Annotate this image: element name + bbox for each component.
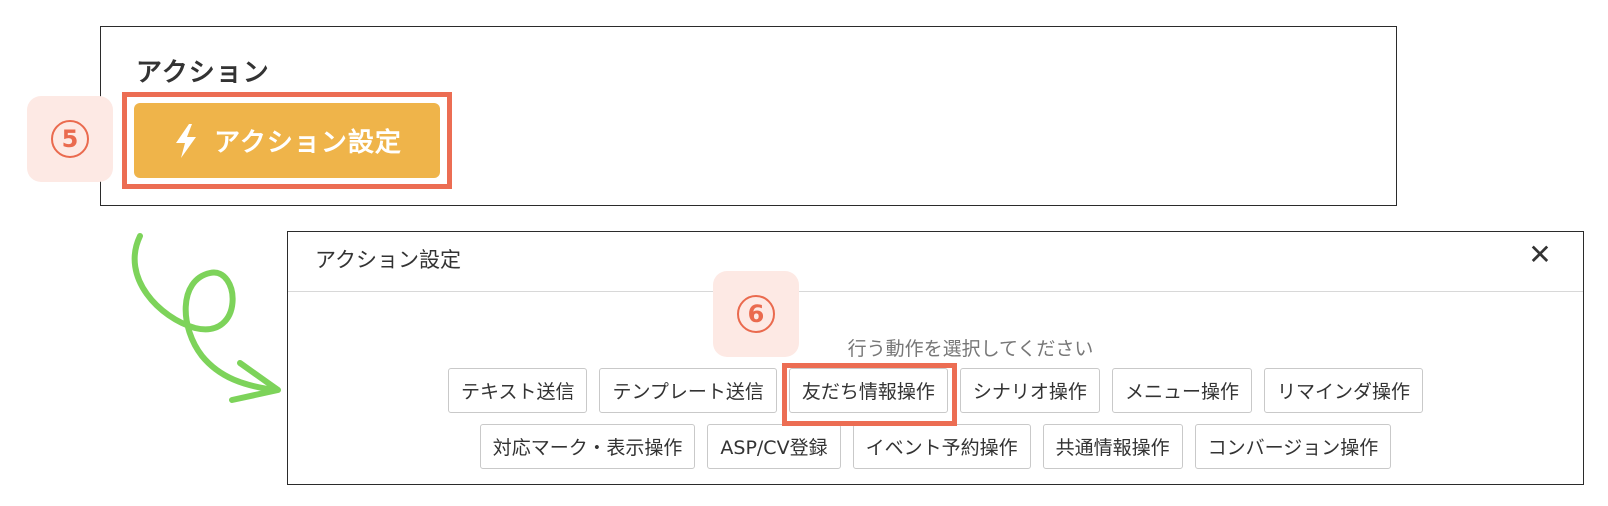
option-event-reservation-button[interactable]: イベント予約操作 xyxy=(852,424,1031,469)
option-text-send-button[interactable]: テキスト送信 xyxy=(448,368,588,413)
modal-title: アクション設定 xyxy=(315,248,461,272)
option-template-send-button[interactable]: テンプレート送信 xyxy=(599,368,777,413)
option-menu-button[interactable]: メニュー操作 xyxy=(1111,368,1252,413)
option-mark-display-button[interactable]: 対応マーク・表示操作 xyxy=(479,424,696,469)
action-settings-button-label: アクション設定 xyxy=(214,128,402,158)
step-number: 5 xyxy=(51,120,89,158)
option-conversion-button[interactable]: コンバージョン操作 xyxy=(1194,424,1392,469)
step-number: 6 xyxy=(737,295,775,333)
section-title: アクション xyxy=(136,58,270,88)
option-row-2: 対応マーク・表示操作 ASP/CV登録 イベント予約操作 共通情報操作 コンバー… xyxy=(288,424,1583,469)
option-scenario-button[interactable]: シナリオ操作 xyxy=(959,368,1100,413)
option-reminder-button[interactable]: リマインダ操作 xyxy=(1263,368,1423,413)
action-settings-button[interactable]: アクション設定 xyxy=(134,103,440,178)
lightning-bolt-icon xyxy=(176,123,197,158)
option-asp-cv-button[interactable]: ASP/CV登録 xyxy=(707,424,841,469)
step-badge-6: 6 xyxy=(713,271,799,357)
modal-header: アクション設定 ✕ xyxy=(288,232,1583,292)
step-badge-5: 5 xyxy=(27,96,113,182)
action-settings-modal: アクション設定 ✕ 行う動作を選択してください テキスト送信 テンプレート送信 … xyxy=(287,231,1584,485)
modal-prompt: 行う動作を選択してください xyxy=(847,338,1094,360)
highlight-frame-friend-info xyxy=(782,363,957,426)
option-common-info-button[interactable]: 共通情報操作 xyxy=(1042,424,1183,469)
curly-arrow-graphic xyxy=(131,233,281,403)
close-icon[interactable]: ✕ xyxy=(1523,237,1557,271)
